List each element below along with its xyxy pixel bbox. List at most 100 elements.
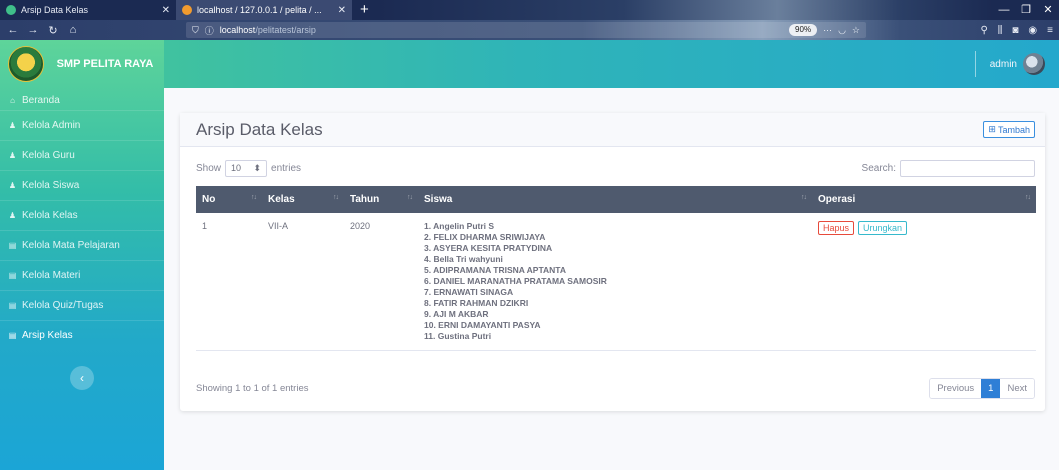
pocket-icon[interactable]: ◡	[838, 25, 846, 36]
page-title: Arsip Data Kelas	[196, 119, 323, 139]
zoom-level[interactable]: 90%	[789, 24, 818, 36]
user-icon: ♟	[8, 121, 17, 130]
entries-label: entries	[271, 162, 302, 174]
favicon-icon	[182, 5, 192, 15]
user-icon: ♟	[8, 151, 17, 160]
entries-value: 10	[231, 163, 242, 173]
search-input[interactable]	[900, 159, 1035, 177]
new-tab-button[interactable]: +	[352, 0, 377, 20]
sidebar-item-kelola-siswa[interactable]: ♟ Kelola Siswa	[0, 170, 164, 200]
sort-icon: ↑↓	[1025, 194, 1031, 201]
sidebar-item-kelola-materi[interactable]: ▤ Kelola Materi	[0, 260, 164, 290]
column-header-siswa[interactable]: Siswa ↑↓	[418, 186, 812, 213]
list-icon: ▤	[8, 271, 17, 280]
cell-kelas: VII-A	[262, 213, 344, 351]
entries-length: Show 10 ⬍ entries	[196, 159, 302, 177]
sidebar-item-kelola-guru[interactable]: ♟ Kelola Guru	[0, 140, 164, 170]
close-tab-icon[interactable]: ✕	[162, 5, 170, 16]
sync-icon[interactable]: ◙	[1012, 25, 1018, 36]
sidebar-item-kelola-quiz-tugas[interactable]: ▤ Kelola Quiz/Tugas	[0, 290, 164, 320]
urungkan-button[interactable]: Urungkan	[858, 221, 908, 235]
column-header-kelas[interactable]: Kelas ↑↓	[262, 186, 344, 213]
favicon-icon	[6, 5, 16, 15]
brand-name: SMP PELITA RAYA	[56, 58, 154, 70]
sidebar-item-beranda[interactable]: ⌂ Beranda	[0, 90, 164, 110]
tambah-label: Tambah	[997, 124, 1030, 135]
card-body: Show 10 ⬍ entries Search: No↑↓ Kelas↑↓	[180, 147, 1045, 351]
library-icon[interactable]: ⫼	[998, 25, 1003, 36]
house-icon: ⌂	[10, 95, 15, 105]
sidebar-item-kelola-kelas[interactable]: ♟ Kelola Kelas	[0, 200, 164, 230]
arsip-card: Arsip Data Kelas ⊞ Tambah Show 10 ⬍ entr…	[180, 113, 1045, 411]
minimize-icon[interactable]: —	[993, 0, 1015, 20]
sidebar-item-label: Kelola Admin	[22, 120, 81, 131]
sidebar-item-label: Kelola Guru	[22, 150, 75, 161]
window-controls: — ❐ ✕	[993, 0, 1059, 20]
list-item: 3. ASYERA KESITA PRATYDINA	[424, 243, 553, 253]
table-search: Search:	[861, 159, 1035, 177]
cell-no: 1	[196, 213, 262, 351]
search-icon[interactable]: ⚲	[980, 25, 987, 36]
reload-icon[interactable]: ↻	[46, 24, 60, 37]
column-header-tahun[interactable]: Tahun ↑↓	[344, 186, 418, 213]
table-info: Showing 1 to 1 of 1 entries	[196, 383, 309, 394]
sidebar-item-kelola-mata-pelajaran[interactable]: ▤ Kelola Mata Pelajaran	[0, 230, 164, 260]
plus-square-icon: ⊞	[988, 124, 996, 134]
table-header-row: No ↑↓ Kelas ↑↓ Tahun ↑↓ Siswa ↑↓ Operasi ↑↓	[196, 186, 1036, 213]
info-icon[interactable]: ⓘ	[205, 24, 214, 37]
sidebar: SMP PELITA RAYA ⌂ Beranda ♟ Kelola Admin…	[0, 40, 164, 470]
list-item: 5. ADIPRAMANA TRISNA APTANTA	[424, 265, 566, 275]
url-text: localhost/pelitatest/arsip	[219, 25, 316, 35]
extension-icon[interactable]: ◉	[1028, 25, 1037, 36]
sidebar-menu: ⌂ Beranda ♟ Kelola Admin ♟ Kelola Guru ♟…	[0, 90, 164, 350]
sidebar-item-label: Kelola Siswa	[22, 180, 80, 191]
column-header-operasi[interactable]: Operasi ↑↓	[812, 186, 1036, 213]
bookmark-star-icon[interactable]: ☆	[852, 25, 860, 36]
hapus-button[interactable]: Hapus	[818, 221, 855, 235]
pagination: Previous 1 Next	[929, 378, 1035, 399]
address-bar[interactable]: ⛉ ⓘ localhost/pelitatest/arsip 90% ··· ◡…	[186, 22, 866, 38]
previous-page-button[interactable]: Previous	[930, 379, 982, 398]
user-icon: ♟	[8, 211, 17, 220]
close-tab-icon[interactable]: ✕	[338, 5, 346, 16]
user-name[interactable]: admin	[990, 59, 1017, 70]
sidebar-item-arsip-kelas[interactable]: ▤ Arsip Kelas	[0, 320, 164, 350]
forward-icon[interactable]: →	[26, 24, 40, 36]
sidebar-item-label: Kelola Kelas	[22, 210, 78, 221]
entries-select[interactable]: 10 ⬍	[225, 159, 268, 177]
sidebar-item-label: Kelola Mata Pelajaran	[22, 240, 120, 251]
more-icon[interactable]: ···	[823, 25, 832, 35]
column-header-no[interactable]: No ↑↓	[196, 186, 262, 213]
next-page-button[interactable]: Next	[1000, 379, 1034, 398]
avatar[interactable]	[1023, 53, 1045, 75]
home-icon[interactable]: ⌂	[66, 24, 80, 36]
sidebar-toggle-button[interactable]: ‹	[70, 366, 94, 390]
sidebar-brand[interactable]: SMP PELITA RAYA	[0, 40, 164, 88]
tambah-button[interactable]: ⊞ Tambah	[983, 121, 1035, 138]
topbar-divider	[974, 51, 976, 77]
cell-operasi: Hapus Urungkan	[812, 213, 1036, 351]
list-item: 8. FATIR RAHMAN DZIKRI	[424, 298, 529, 308]
close-window-icon[interactable]: ✕	[1037, 0, 1059, 20]
maximize-icon[interactable]: ❐	[1015, 0, 1037, 20]
back-icon[interactable]: ←	[6, 24, 20, 36]
browser-tab-bar: Arsip Data Kelas ✕ localhost / 127.0.0.1…	[0, 0, 1059, 20]
users-icon: ♟	[8, 181, 17, 190]
menu-icon[interactable]: ≡	[1047, 25, 1053, 36]
table-row: 1 VII-A 2020 1. Angelin Putri S 2. FELIX…	[196, 213, 1036, 351]
sidebar-item-kelola-admin[interactable]: ♟ Kelola Admin	[0, 110, 164, 140]
list-item: 10. ERNI DAMAYANTI PASYA	[424, 320, 541, 330]
siswa-list: 1. Angelin Putri S 2. FELIX DHARMA SRIWI…	[424, 221, 806, 342]
list-icon: ▤	[8, 331, 17, 340]
search-label: Search:	[861, 162, 896, 174]
page-1-button[interactable]: 1	[981, 379, 1001, 398]
list-item: 2. FELIX DHARMA SRIWIJAYA	[424, 232, 546, 242]
browser-tab-arsip[interactable]: Arsip Data Kelas ✕	[0, 0, 176, 20]
cell-tahun: 2020	[344, 213, 418, 351]
browser-tab-phpmyadmin[interactable]: localhost / 127.0.0.1 / pelita / ... ✕	[176, 0, 352, 20]
show-label: Show	[196, 162, 222, 174]
browser-nav-bar: ← → ↻ ⌂ ⛉ ⓘ localhost/pelitatest/arsip 9…	[0, 20, 1059, 40]
browser-toolbar-icons: ⚲ ⫼ ◙ ◉ ≡	[980, 25, 1053, 36]
shield-icon: ⛉	[192, 24, 199, 35]
sort-icon: ↑↓	[801, 194, 807, 201]
